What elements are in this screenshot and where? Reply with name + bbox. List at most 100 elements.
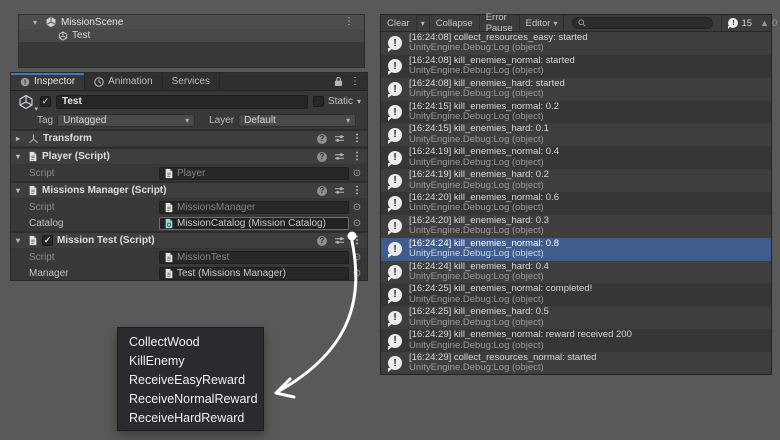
object-field-script[interactable]: MissionsManager [159, 201, 349, 214]
object-picker-icon[interactable]: ⊙ [351, 218, 363, 229]
component-header-transform[interactable]: ▸Transform?⋮ [11, 131, 367, 147]
log-stacktrace: UnityEngine.Debug:Log (object) [409, 43, 588, 54]
console-log-entry[interactable]: ![16:24:15] kill_enemies_hard: 0.1UnityE… [381, 123, 771, 146]
hierarchy-panel: ▾ MissionScene ⋮ Test [18, 14, 365, 68]
foldout-icon[interactable]: ▾ [16, 236, 24, 245]
script-icon [164, 268, 174, 279]
log-stacktrace: UnityEngine.Debug:Log (object) [409, 363, 596, 374]
log-entry-text: [16:24:24] kill_enemies_hard: 0.4UnityEn… [409, 262, 549, 283]
object-picker-icon[interactable]: ⊙ [351, 168, 363, 179]
gameobject-name-field[interactable]: Test [56, 95, 308, 109]
console-log-entry[interactable]: ![16:24:29] collect_resources_normal: st… [381, 352, 771, 374]
console-log-entry[interactable]: ![16:24:20] kill_enemies_normal: 0.6Unit… [381, 192, 771, 215]
component-menu-icon[interactable]: ⋮ [352, 134, 362, 144]
log-message: [16:24:19] kill_enemies_hard: 0.2 [409, 170, 549, 181]
dropdown-item-receivenormalreward[interactable]: ReceiveNormalReward [118, 390, 263, 409]
search-icon [578, 19, 586, 27]
editor-dropdown-button[interactable]: Editor ▾ [520, 15, 565, 31]
console-search-input[interactable] [590, 18, 707, 28]
help-icon[interactable]: ? [317, 134, 327, 144]
warning-count-toggle[interactable]: ▲ 0 [760, 18, 777, 29]
object-field-manager[interactable]: Test (Missions Manager) [159, 267, 349, 280]
log-entry-text: [16:24:19] kill_enemies_normal: 0.4Unity… [409, 147, 559, 168]
component-menu-icon[interactable]: ⋮ [352, 186, 362, 196]
help-icon[interactable]: ? [317, 186, 327, 196]
inspector-menu-icon[interactable]: ⋮ [350, 77, 360, 87]
scene-menu-icon[interactable]: ⋮ [344, 17, 354, 27]
tag-dropdown[interactable]: Untagged ▾ [57, 114, 195, 127]
log-entry-text: [16:24:29] kill_enemies_normal: reward r… [409, 330, 632, 351]
scene-name: MissionScene [61, 17, 123, 28]
console-log-entry[interactable]: ![16:24:08] kill_enemies_hard: startedUn… [381, 78, 771, 101]
dropdown-item-receivehardreward[interactable]: ReceiveHardReward [118, 409, 263, 428]
gameobject-cube-icon[interactable]: ▾ [17, 94, 35, 110]
component-title: Missions Manager (Script) [42, 185, 166, 196]
console-log-entry[interactable]: ![16:24:20] kill_enemies_hard: 0.3UnityE… [381, 215, 771, 238]
log-entry-text: [16:24:19] kill_enemies_hard: 0.2UnityEn… [409, 170, 549, 191]
console-log-entry[interactable]: ! [16:24:19] kill_enemies_hard: 0.2UnityE… [381, 169, 771, 192]
object-picker-icon[interactable]: ⊙ [351, 268, 363, 279]
object-field-script[interactable]: Player [159, 167, 349, 180]
log-info-icon: ! [388, 82, 402, 96]
layer-dropdown[interactable]: Default ▾ [238, 114, 356, 127]
script-icon [28, 235, 38, 246]
clear-button[interactable]: Clear [381, 15, 417, 31]
tab-animation[interactable]: Animation [85, 73, 162, 90]
clear-dropdown-button[interactable]: ▾ [417, 15, 430, 31]
console-panel: Clear ▾ Collapse Error Pause Editor ▾ ! … [380, 14, 772, 375]
tab-inspector[interactable]: !Inspector [11, 73, 85, 90]
component-header-missions-manager-script[interactable]: ▾ Missions Manager (Script)? ⋮ [11, 183, 367, 199]
static-checkbox[interactable]: ✓ [313, 96, 324, 107]
layer-value: Default [244, 115, 276, 126]
object-field-catalog[interactable]: MissionCatalog (Mission Catalog) [159, 217, 349, 230]
info-count-toggle[interactable]: ! 15 [728, 18, 752, 29]
console-log-entry[interactable]: ![16:24:25] kill_enemies_normal: complet… [381, 283, 771, 306]
lock-icon[interactable] [334, 76, 343, 87]
static-label: Static [328, 96, 353, 107]
collapse-button[interactable]: Collapse [430, 15, 480, 31]
presets-icon [334, 134, 345, 143]
foldout-icon[interactable]: ▾ [16, 152, 24, 161]
help-icon[interactable]: ? [317, 236, 327, 246]
dropdown-item-receiveeasyreward[interactable]: ReceiveEasyReward [118, 371, 263, 390]
field-label: Manager [29, 268, 159, 279]
dropdown-item-killenemy[interactable]: KillEnemy [118, 352, 263, 371]
log-entry-text: [16:24:20] kill_enemies_normal: 0.6Unity… [409, 193, 559, 214]
foldout-icon[interactable]: ▸ [16, 134, 24, 143]
script-icon [164, 202, 174, 213]
inspector-panel: !InspectorAnimationServices ⋮ ▾ ✓ Test ✓… [10, 72, 368, 281]
console-search-box[interactable] [572, 17, 713, 29]
console-log-entry[interactable]: ![16:24:24] kill_enemies_hard: 0.4UnityE… [381, 261, 771, 284]
log-info-icon: ! [388, 174, 402, 188]
object-picker-icon[interactable]: ⊙ [351, 252, 363, 263]
foldout-icon[interactable]: ▾ [33, 18, 41, 27]
help-icon[interactable]: ? [317, 152, 327, 162]
component-header-mission-test-script[interactable]: ▾✓Mission Test (Script)?⋮ [11, 233, 367, 249]
static-dropdown-caret[interactable]: ▾ [357, 97, 361, 106]
object-field-script[interactable]: MissionTest [159, 251, 349, 264]
object-picker-icon[interactable]: ⊙ [351, 202, 363, 213]
console-log-entry[interactable]: ![16:24:29] kill_enemies_normal: reward … [381, 329, 771, 352]
log-info-icon: ! [388, 311, 402, 325]
log-info-icon: ! [728, 18, 738, 28]
console-log-entry[interactable]: ![16:24:15] kill_enemies_normal: 0.2Unit… [381, 101, 771, 124]
scene-row[interactable]: ▾ MissionScene ⋮ [19, 15, 364, 29]
tag-label: Tag [37, 115, 53, 126]
dropdown-item-collectwood[interactable]: CollectWood [118, 333, 263, 352]
log-entry-text: [16:24:15] kill_enemies_hard: 0.1UnityEn… [409, 124, 549, 145]
foldout-icon[interactable]: ▾ [16, 186, 24, 195]
component-menu-icon[interactable]: ⋮ [352, 152, 362, 162]
error-pause-button[interactable]: Error Pause [480, 15, 520, 31]
component-menu-icon[interactable]: ⋮ [352, 236, 362, 246]
console-log-entry[interactable]: ![16:24:25] kill_enemies_hard: 0.5UnityE… [381, 306, 771, 329]
console-log-entry[interactable]: ![16:24:19] kill_enemies_normal: 0.4Unit… [381, 146, 771, 169]
gameobject-enabled-checkbox[interactable]: ✓ [40, 96, 51, 107]
component-header-player-script[interactable]: ▾Player (Script)?⋮ [11, 149, 367, 165]
console-log-entry[interactable]: ![16:24:08] kill_enemies_normal: started… [381, 55, 771, 78]
component-enabled-checkbox[interactable]: ✓ [42, 235, 53, 246]
console-log-entry[interactable]: ![16:24:24] kill_enemies_normal: 0.8Unit… [381, 238, 771, 261]
console-log-entry[interactable]: ![16:24:08] collect_resources_easy: star… [381, 32, 771, 55]
log-entry-text: [16:24:20] kill_enemies_hard: 0.3UnityEn… [409, 216, 549, 237]
tab-services[interactable]: Services [163, 73, 220, 90]
hierarchy-item-test[interactable]: Test [19, 29, 364, 42]
